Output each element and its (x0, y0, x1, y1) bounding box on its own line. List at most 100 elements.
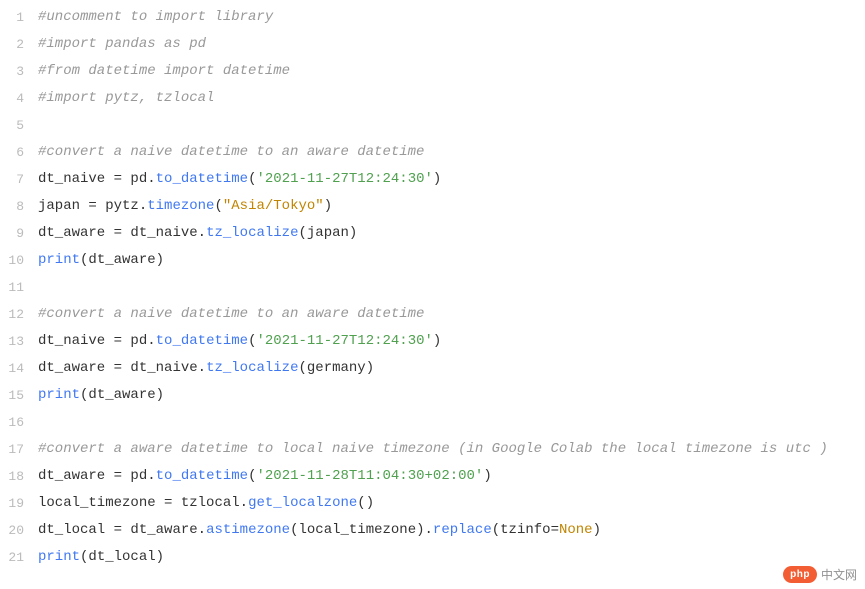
code-token-operator: . (147, 333, 155, 349)
code-token-operator: = (114, 333, 122, 349)
code-token-identifier: dt_naive (122, 360, 198, 376)
code-line[interactable] (38, 112, 865, 139)
code-line[interactable]: #uncomment to import library (38, 4, 865, 31)
code-token-identifier: dt_aware (88, 387, 155, 403)
code-token-paren: ) (156, 252, 164, 268)
code-token-paren: ) (433, 171, 441, 187)
code-token-paren: ) (416, 522, 424, 538)
code-token-identifier: dt_local (88, 549, 155, 565)
line-number: 11 (0, 274, 24, 301)
line-number: 18 (0, 463, 24, 490)
code-line[interactable]: dt_aware = dt_naive.tz_localize(germany) (38, 355, 865, 382)
line-number: 6 (0, 139, 24, 166)
code-token-operator: . (198, 225, 206, 241)
code-line[interactable]: dt_naive = pd.to_datetime('2021-11-27T12… (38, 328, 865, 355)
code-token-identifier: japan (38, 198, 88, 214)
code-token-identifier: dt_naive (38, 171, 114, 187)
code-token-identifier: dt_local (38, 522, 114, 538)
code-token-method: tz_localize (206, 225, 298, 241)
code-token-paren: ) (366, 360, 374, 376)
code-line[interactable]: dt_naive = pd.to_datetime('2021-11-27T12… (38, 166, 865, 193)
code-token-identifier: pd (122, 468, 147, 484)
code-line[interactable]: print(dt_local) (38, 544, 865, 571)
code-line[interactable]: print(dt_aware) (38, 382, 865, 409)
line-number: 15 (0, 382, 24, 409)
code-token-paren: ) (483, 468, 491, 484)
code-token-comment: #from datetime import datetime (38, 63, 290, 79)
code-token-comment: #convert a aware datetime to local naive… (38, 441, 828, 457)
line-number: 13 (0, 328, 24, 355)
line-number: 10 (0, 247, 24, 274)
code-token-operator: = (551, 522, 559, 538)
code-token-paren: ) (593, 522, 601, 538)
code-token-operator: . (198, 360, 206, 376)
code-token-identifier: dt_naive (38, 333, 114, 349)
line-number: 9 (0, 220, 24, 247)
code-token-identifier: germany (307, 360, 366, 376)
code-token-operator: . (139, 198, 147, 214)
code-line[interactable]: dt_aware = pd.to_datetime('2021-11-28T11… (38, 463, 865, 490)
code-token-identifier: dt_aware (38, 225, 114, 241)
code-token-identifier: pd (122, 333, 147, 349)
code-token-identifier: dt_aware (88, 252, 155, 268)
code-token-paren: ( (357, 495, 365, 511)
code-token-identifier: japan (307, 225, 349, 241)
line-number: 8 (0, 193, 24, 220)
code-token-paren: ) (433, 333, 441, 349)
code-token-method: print (38, 252, 80, 268)
code-token-method: tz_localize (206, 360, 298, 376)
code-line[interactable]: #convert a aware datetime to local naive… (38, 436, 865, 463)
line-number: 7 (0, 166, 24, 193)
code-line[interactable]: local_timezone = tzlocal.get_localzone() (38, 490, 865, 517)
code-token-identifier: dt_aware (122, 522, 198, 538)
code-token-identifier: pytz (97, 198, 139, 214)
code-line[interactable]: #from datetime import datetime (38, 58, 865, 85)
code-line[interactable]: dt_local = dt_aware.astimezone(local_tim… (38, 517, 865, 544)
code-line[interactable] (38, 409, 865, 436)
code-line[interactable]: print(dt_aware) (38, 247, 865, 274)
line-number: 21 (0, 544, 24, 571)
line-number: 12 (0, 301, 24, 328)
code-line[interactable]: #import pandas as pd (38, 31, 865, 58)
code-token-method: astimezone (206, 522, 290, 538)
code-token-string2: "Asia/Tokyo" (223, 198, 324, 214)
code-token-method: print (38, 387, 80, 403)
code-token-none: None (559, 522, 593, 538)
code-token-method: replace (433, 522, 492, 538)
line-number: 5 (0, 112, 24, 139)
code-line[interactable]: dt_aware = dt_naive.tz_localize(japan) (38, 220, 865, 247)
code-line[interactable] (38, 274, 865, 301)
code-line[interactable]: #import pytz, tzlocal (38, 85, 865, 112)
code-editor: 123456789101112131415161718192021 #uncom… (0, 0, 865, 575)
code-token-identifier: tzlocal (172, 495, 239, 511)
code-token-method: to_datetime (156, 333, 248, 349)
line-number-gutter: 123456789101112131415161718192021 (0, 4, 38, 571)
watermark-badge: php (783, 566, 817, 583)
code-token-paren: ) (366, 495, 374, 511)
watermark-text: 中文网 (821, 566, 857, 583)
code-token-paren: ( (298, 360, 306, 376)
code-token-operator: = (114, 468, 122, 484)
code-token-comment: #import pandas as pd (38, 36, 206, 52)
line-number: 2 (0, 31, 24, 58)
code-token-paren: ) (156, 549, 164, 565)
code-token-identifier: local_timezone (298, 522, 416, 538)
code-token-method: print (38, 549, 80, 565)
code-content[interactable]: #uncomment to import library #import pand… (38, 4, 865, 571)
code-token-identifier: tzinfo (500, 522, 550, 538)
code-token-operator: . (198, 522, 206, 538)
code-token-method: get_localzone (248, 495, 357, 511)
code-token-string: '2021-11-28T11:04:30+02:00' (256, 468, 483, 484)
code-token-operator: = (114, 522, 122, 538)
code-token-comment: #convert a naive datetime to an aware da… (38, 306, 424, 322)
code-token-string: '2021-11-27T12:24:30' (256, 333, 432, 349)
code-token-paren: ) (156, 387, 164, 403)
code-line[interactable]: #convert a naive datetime to an aware da… (38, 301, 865, 328)
code-line[interactable]: japan = pytz.timezone("Asia/Tokyo") (38, 193, 865, 220)
code-token-operator: . (425, 522, 433, 538)
line-number: 4 (0, 85, 24, 112)
watermark: php 中文网 (783, 566, 857, 583)
code-token-identifier: pd (122, 171, 147, 187)
line-number: 3 (0, 58, 24, 85)
code-line[interactable]: #convert a naive datetime to an aware da… (38, 139, 865, 166)
